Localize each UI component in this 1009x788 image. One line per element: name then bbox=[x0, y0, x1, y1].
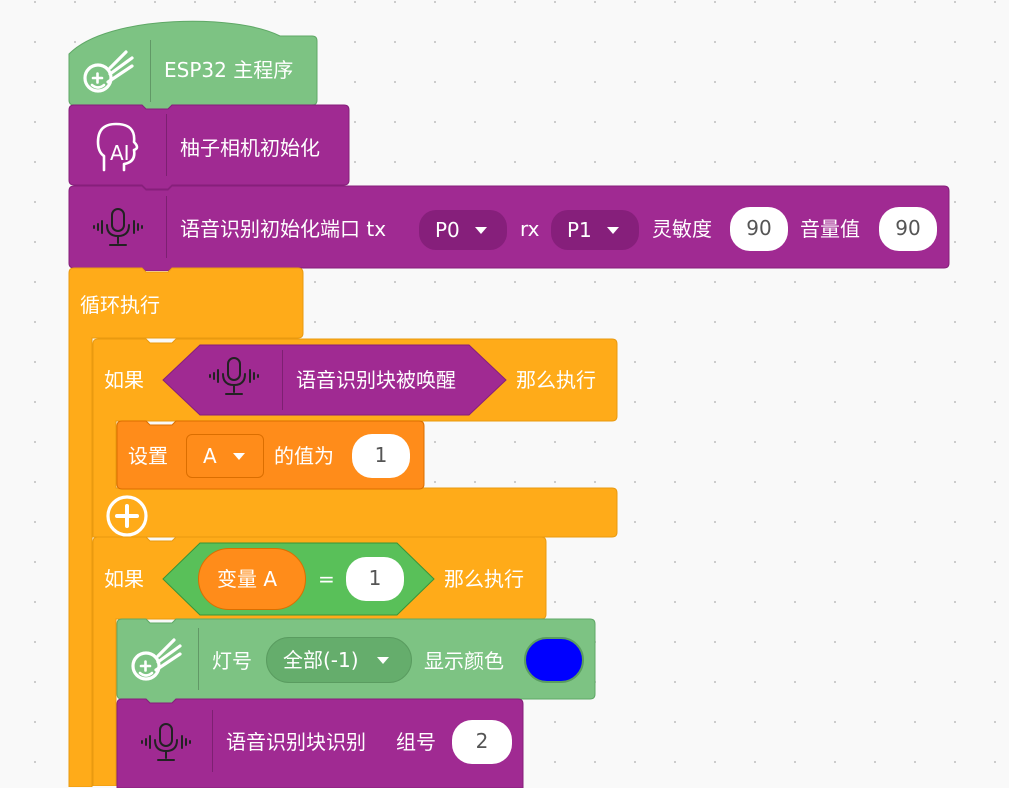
led-number-dropdown[interactable]: 全部(-1) bbox=[266, 637, 412, 683]
tx-port-value: P0 bbox=[435, 218, 460, 242]
chevron-down-icon bbox=[475, 227, 487, 234]
display-color-label: 显示颜色 bbox=[424, 649, 504, 673]
led-label: 灯号 bbox=[212, 649, 252, 673]
microphone-icon bbox=[209, 357, 259, 395]
meteor-icon bbox=[83, 50, 134, 93]
microphone-icon bbox=[141, 723, 191, 761]
equals-operator: = bbox=[318, 567, 335, 591]
recognize-label: 语音识别块识别 bbox=[226, 730, 366, 754]
meteor-icon bbox=[131, 638, 182, 681]
group-input[interactable]: 2 bbox=[452, 720, 512, 764]
microphone-icon bbox=[93, 208, 143, 246]
chevron-down-icon bbox=[233, 453, 245, 460]
volume-label: 音量值 bbox=[800, 217, 860, 241]
if2-then-label: 那么执行 bbox=[444, 567, 524, 591]
variable-reporter-label: 变量 A bbox=[217, 567, 278, 591]
tx-port-dropdown[interactable]: P0 bbox=[419, 210, 507, 250]
if1-label: 如果 bbox=[104, 368, 144, 392]
rx-port-dropdown[interactable]: P1 bbox=[551, 210, 639, 250]
voice-init-label: 语音识别初始化端口 tx bbox=[180, 217, 387, 241]
group-label: 组号 bbox=[396, 730, 436, 754]
voice-woken-label: 语音识别块被唤醒 bbox=[296, 368, 456, 392]
volume-input[interactable]: 90 bbox=[879, 207, 937, 251]
loop-label: 循环执行 bbox=[80, 293, 160, 317]
chevron-down-icon bbox=[377, 657, 389, 664]
sensitivity-label: 灵敏度 bbox=[652, 217, 712, 241]
if2-label: 如果 bbox=[104, 567, 144, 591]
color-swatch[interactable] bbox=[524, 637, 584, 683]
sensitivity-input[interactable]: 90 bbox=[730, 207, 788, 251]
chevron-down-icon bbox=[607, 227, 619, 234]
ai-head-icon: AI bbox=[96, 122, 139, 172]
add-branch-button[interactable] bbox=[105, 494, 149, 538]
set-label: 设置 bbox=[128, 444, 168, 468]
set-value-label: 的值为 bbox=[274, 444, 334, 468]
variable-value: A bbox=[203, 444, 217, 468]
variable-reporter[interactable]: 变量 A bbox=[198, 548, 306, 610]
svg-text:AI: AI bbox=[110, 141, 130, 165]
if1-then-label: 那么执行 bbox=[516, 368, 596, 392]
set-value-input[interactable]: 1 bbox=[352, 434, 410, 478]
compare-value-input[interactable]: 1 bbox=[346, 557, 404, 601]
rx-port-value: P1 bbox=[567, 218, 592, 242]
camera-init-label: 柚子相机初始化 bbox=[180, 136, 320, 160]
led-number-value: 全部(-1) bbox=[283, 648, 359, 672]
variable-dropdown[interactable]: A bbox=[186, 434, 264, 478]
rx-label: rx bbox=[520, 217, 540, 241]
main-program-label: ESP32 主程序 bbox=[164, 58, 294, 82]
